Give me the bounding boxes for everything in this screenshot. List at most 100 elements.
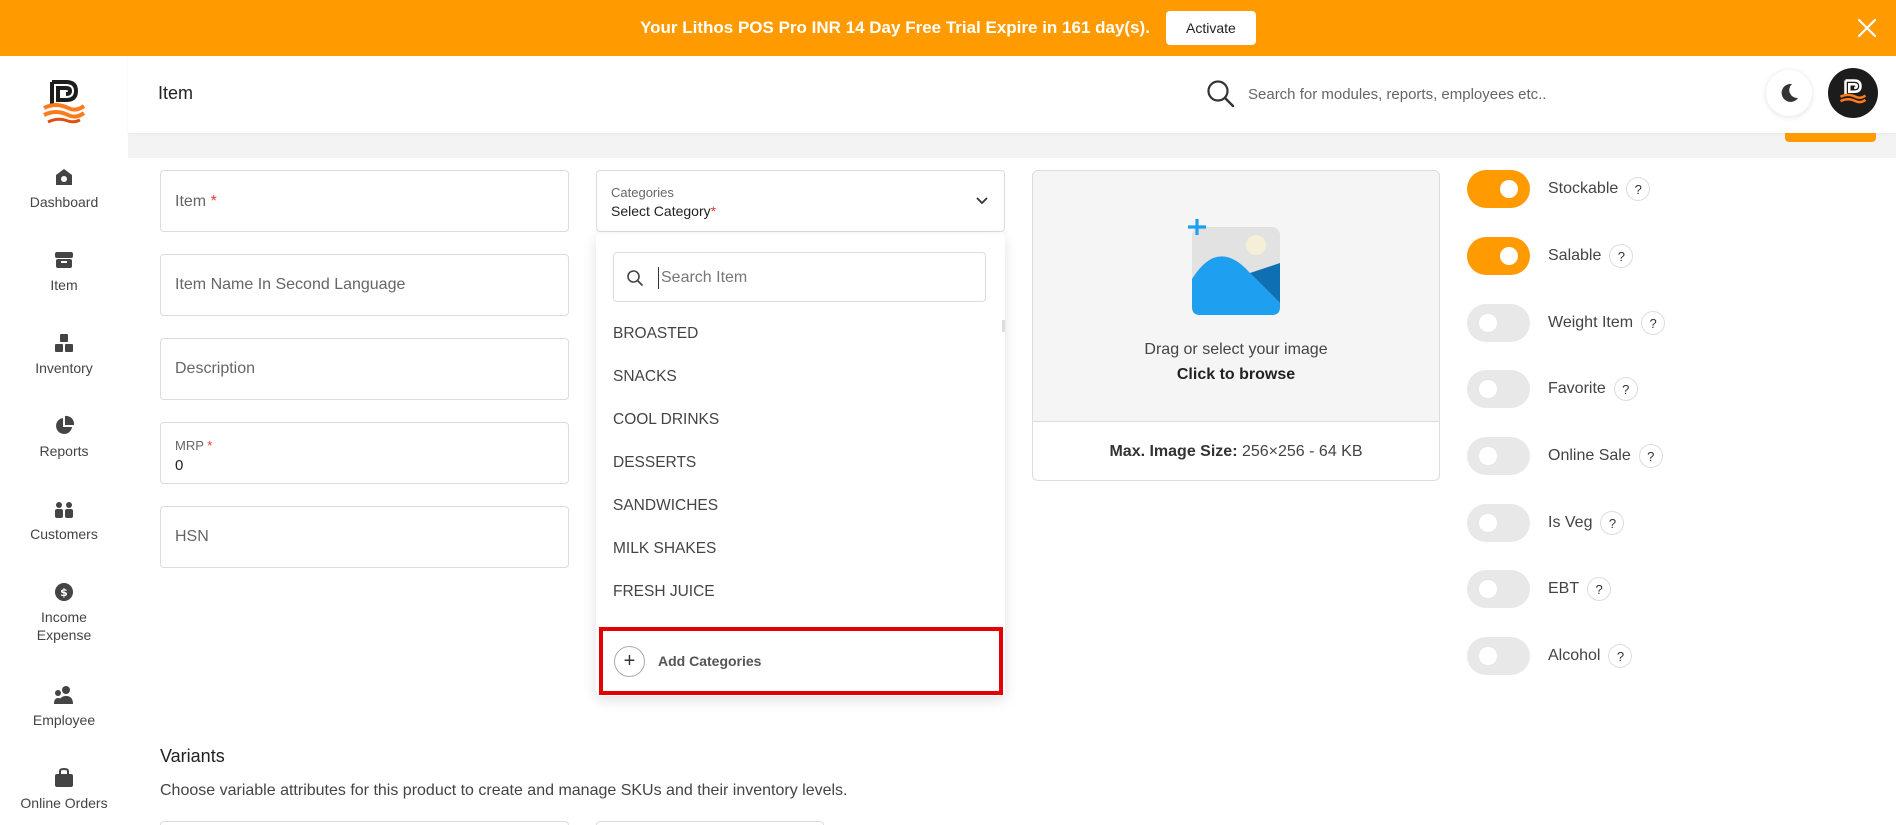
sidebar-item-label: Employee [32,712,96,728]
trial-message: Your Lithos POS Pro INR 14 Day Free Tria… [640,18,1150,37]
click-to-browse-link[interactable]: Click to browse [1033,366,1439,384]
help-icon[interactable]: ? [1600,511,1625,535]
category-option[interactable]: COOL DRINKS [596,398,1005,441]
customers-icon [55,502,73,518]
toggle-row-weight-item: Weight Item ? [1467,304,1666,342]
sidebar-item-inventory[interactable]: Inventory [0,332,128,377]
top-header: Item [128,56,1896,133]
toggle-row-alcohol: Alcohol ? [1467,637,1633,675]
hsn-input[interactable] [175,525,555,549]
dashboard-icon [56,169,72,185]
description-field[interactable] [160,338,569,400]
category-option[interactable]: DESSERTS [596,441,1005,484]
help-icon[interactable]: ? [1587,577,1612,601]
sidebar-item-label-line2: Expense [36,627,92,643]
category-option[interactable]: MILK SHAKES [596,527,1005,570]
sidebar: Dashboard Item Inventory Reports Custome… [0,56,128,825]
global-search-input[interactable] [1248,80,1568,108]
help-icon[interactable]: ? [1609,244,1634,268]
favorite-toggle[interactable] [1467,370,1530,408]
salable-toggle[interactable] [1467,237,1530,275]
theme-toggle-button[interactable] [1766,70,1812,116]
category-option[interactable]: BROASTED [596,312,1005,355]
categories-dropdown: BROASTED SNACKS COOL DRINKS DESSERTS SAN… [596,234,1005,696]
sidebar-item-dashboard[interactable]: Dashboard [0,166,128,211]
save-button-edge[interactable] [1785,133,1876,142]
activate-button[interactable]: Activate [1165,11,1256,45]
help-icon[interactable]: ? [1608,644,1633,668]
page-title: Item [158,83,194,103]
is-veg-toggle[interactable] [1467,504,1530,542]
add-categories-button[interactable]: + Add Categories [599,627,1003,695]
sidebar-item-employee[interactable]: Employee [0,684,128,729]
toggle-label: Weight Item [1548,314,1634,331]
help-icon[interactable]: ? [1626,177,1651,201]
sidebar-item-label: Item [50,277,78,293]
categories-value: Select Category* [611,203,717,219]
mrp-field[interactable]: MRP * 0 [160,422,569,484]
toggle-label: Favorite [1548,380,1606,397]
sidebar-item-online-orders[interactable]: Online Orders [0,767,128,812]
categories-select[interactable]: Categories Select Category* [596,170,1005,232]
image-dropzone[interactable]: Drag or select your image Click to brows… [1033,171,1439,422]
category-search-input[interactable] [658,267,968,289]
second-language-input[interactable] [175,273,555,297]
ebt-toggle[interactable] [1467,570,1530,608]
sidebar-item-income-expense[interactable]: $ Income Expense [0,581,128,644]
categories-label: Categories [611,185,674,200]
variants-description: Choose variable attributes for this prod… [160,782,848,799]
toggle-row-salable: Salable ? [1467,237,1634,275]
sidebar-item-label: Online Orders [20,795,108,811]
category-option[interactable]: SANDWICHES [596,484,1005,527]
toggle-row-favorite: Favorite ? [1467,370,1638,408]
weight-item-toggle[interactable] [1467,304,1530,342]
app-logo-icon[interactable] [40,78,88,126]
toggle-row-online-sale: Online Sale ? [1467,437,1663,475]
sidebar-item-label: Dashboard [29,194,99,210]
shopping-bag-icon [55,767,73,787]
plus-icon: + [614,646,645,677]
search-icon[interactable] [1205,78,1237,110]
add-categories-label: Add Categories [658,653,762,669]
sidebar-item-label: Reports [39,443,89,459]
drag-image-text: Drag or select your image [1144,341,1328,358]
toggle-label: Stockable [1548,180,1619,197]
toggle-label: Alcohol [1548,647,1601,664]
category-options-list: BROASTED SNACKS COOL DRINKS DESSERTS SAN… [596,312,1005,613]
avatar[interactable] [1828,68,1878,118]
help-icon[interactable]: ? [1641,311,1666,335]
sidebar-item-label-line1: Income [41,609,87,625]
description-input[interactable] [175,357,555,381]
toggle-row-is-veg: Is Veg ? [1467,504,1625,542]
stockable-toggle[interactable] [1467,170,1530,208]
hsn-field[interactable] [160,506,569,568]
alcohol-toggle[interactable] [1467,637,1530,675]
online-sale-toggle[interactable] [1467,437,1530,475]
sidebar-item-customers[interactable]: Customers [0,498,128,543]
toggle-row-stockable: Stockable ? [1467,170,1651,208]
sidebar-item-item[interactable]: Item [0,249,128,294]
help-icon[interactable]: ? [1638,444,1663,468]
inventory-icon [55,334,73,352]
variant-attribute-field[interactable] [160,821,569,825]
variant-value-field[interactable] [596,821,824,825]
chevron-down-icon [976,197,988,205]
category-search-box[interactable] [613,252,986,302]
help-icon[interactable]: ? [1613,377,1638,401]
mrp-label: MRP * [175,438,213,453]
image-placeholder-icon [1188,219,1280,315]
category-option[interactable]: FRESH JUICE [596,570,1005,613]
app-logo-icon [1839,79,1867,104]
item-box-icon [55,252,73,268]
pie-chart-icon [56,415,75,434]
sidebar-item-label: Inventory [35,360,93,376]
toggle-label: Online Sale [1548,447,1631,464]
second-language-field[interactable] [160,254,569,316]
mrp-value[interactable]: 0 [175,457,183,474]
variants-title: Variants [160,746,225,766]
category-option[interactable]: SNACKS [596,355,1005,398]
item-name-field[interactable]: Item * [160,170,569,232]
sidebar-item-reports[interactable]: Reports [0,415,128,460]
close-icon[interactable] [1854,15,1880,41]
image-upload-box: Drag or select your image Click to brows… [1032,170,1440,481]
